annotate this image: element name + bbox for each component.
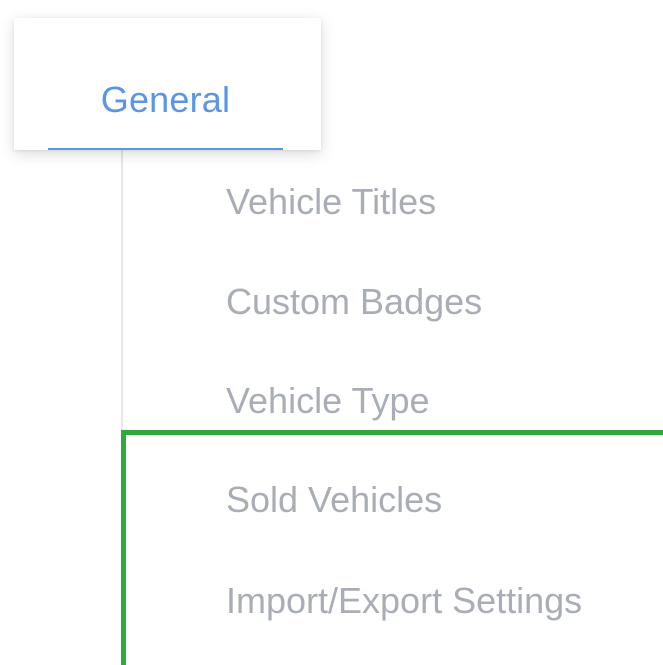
tab-general[interactable]: General — [14, 18, 321, 150]
submenu-item-vehicle-titles[interactable]: Vehicle Titles — [226, 180, 436, 224]
submenu-item-sold-vehicles[interactable]: Sold Vehicles — [226, 478, 442, 522]
active-tab-indicator — [48, 148, 283, 150]
submenu-item-custom-badges[interactable]: Custom Badges — [226, 280, 482, 324]
submenu-item-vehicle-type[interactable]: Vehicle Type — [226, 379, 429, 423]
settings-navigation: General Vehicle Titles Custom Badges Veh… — [0, 0, 663, 665]
submenu-item-import-export-settings[interactable]: Import/Export Settings — [226, 579, 582, 623]
tab-general-label[interactable]: General — [12, 78, 319, 122]
